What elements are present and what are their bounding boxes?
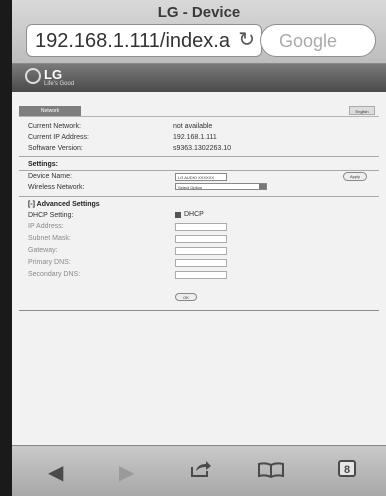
tab-network[interactable]: Network	[19, 106, 81, 116]
device-name-input[interactable]: LG AUDIO XXXXXX	[175, 173, 227, 181]
tab-row: Network English	[19, 106, 379, 116]
software-version-label: Software Version:	[28, 145, 83, 152]
primary-dns-label: Primary DNS:	[28, 259, 71, 266]
device-name-label: Device Name:	[28, 173, 72, 180]
secondary-dns-input[interactable]	[175, 271, 227, 279]
browser-chrome: LG - Device 192.168.1.111/index.asp ↻ Go…	[12, 0, 386, 64]
software-version-value: s9363.1302263.10	[173, 145, 231, 152]
ok-button[interactable]: OK	[175, 293, 197, 301]
lg-logo-text: LG	[44, 67, 63, 82]
settings-heading: Settings:	[28, 161, 58, 168]
settings-page: Network English Current Network: not ava…	[12, 92, 386, 445]
chevron-down-icon	[259, 184, 266, 189]
reload-icon[interactable]: ↻	[238, 27, 255, 52]
ip-address-input[interactable]	[175, 223, 227, 231]
wireless-network-label: Wireless Network:	[28, 184, 85, 191]
divider	[19, 116, 379, 117]
divider	[19, 170, 379, 171]
browser-toolbar: ◀ ▶ 8	[12, 445, 386, 496]
gateway-label: Gateway:	[28, 247, 58, 254]
secondary-dns-label: Secondary DNS:	[28, 271, 81, 278]
lg-logo-icon	[25, 68, 41, 84]
search-field[interactable]: Google	[260, 24, 376, 57]
divider	[19, 156, 379, 157]
current-ip-value: 192.168.1.111	[173, 134, 217, 141]
search-placeholder: Google	[279, 31, 338, 51]
address-bar[interactable]: 192.168.1.111/index.asp ↻	[26, 24, 262, 57]
advanced-settings-toggle[interactable]: [-] Advanced Settings	[28, 201, 100, 208]
dhcp-checkbox[interactable]	[175, 212, 181, 218]
primary-dns-input[interactable]	[175, 259, 227, 267]
wireless-network-value: Select Option	[178, 185, 203, 190]
language-selector[interactable]: English	[349, 106, 375, 115]
apply-button[interactable]: Apply	[343, 172, 367, 181]
url-text: 192.168.1.111/index.asp	[35, 30, 231, 52]
subnet-mask-input[interactable]	[175, 235, 227, 243]
lg-tagline: Life's Good	[44, 81, 75, 87]
book-icon[interactable]	[258, 462, 284, 483]
dhcp-checkbox-label: DHCP	[184, 211, 204, 218]
tabs-icon[interactable]: 8	[338, 460, 356, 477]
share-icon[interactable]	[190, 460, 212, 483]
forward-icon[interactable]: ▶	[119, 460, 134, 485]
wireless-network-select[interactable]: Select Option	[175, 183, 267, 190]
gateway-input[interactable]	[175, 247, 227, 255]
current-network-label: Current Network:	[28, 123, 81, 130]
divider	[19, 196, 379, 197]
current-network-value: not available	[173, 123, 213, 130]
current-ip-label: Current IP Address:	[28, 134, 89, 141]
divider	[19, 310, 379, 311]
lg-header: LG Life's Good	[12, 64, 386, 92]
ip-address-label: IP Address:	[28, 223, 64, 230]
back-icon[interactable]: ◀	[48, 460, 63, 485]
dhcp-setting-label: DHCP Setting:	[28, 212, 74, 219]
phone-screen: LG - Device 192.168.1.111/index.asp ↻ Go…	[0, 0, 386, 496]
page-title: LG - Device	[157, 4, 241, 21]
subnet-mask-label: Subnet Mask:	[28, 235, 71, 242]
